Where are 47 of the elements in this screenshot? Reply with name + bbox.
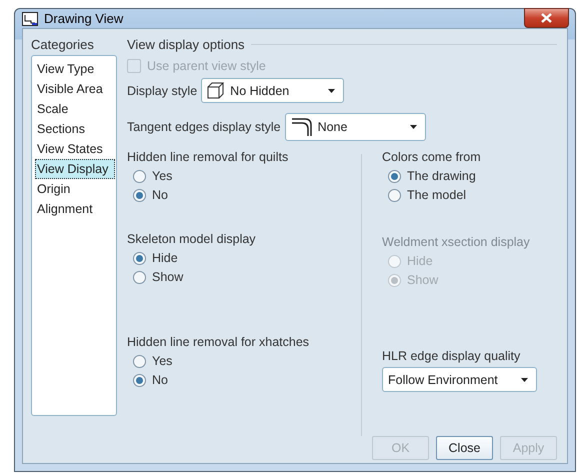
radio-button[interactable] xyxy=(133,270,146,284)
quality-dropdown[interactable]: Follow Environment xyxy=(382,367,537,392)
radio-label[interactable]: The model xyxy=(407,188,466,202)
radio-button[interactable] xyxy=(133,188,146,202)
radio-button[interactable] xyxy=(133,252,146,264)
dropdown-arrow-icon xyxy=(328,88,336,92)
radio-label[interactable]: Yes xyxy=(152,354,172,368)
tangent-edges-dropdown[interactable]: None xyxy=(284,113,426,141)
group-title: Colors come from xyxy=(382,150,482,164)
category-item[interactable]: Origin xyxy=(35,179,115,199)
category-item[interactable]: Visible Area xyxy=(35,79,115,99)
tangent-edge-icon xyxy=(290,118,313,136)
group-title: Hidden line removal for quilts xyxy=(127,150,290,164)
group-title: Hidden line removal for xhatches xyxy=(127,335,310,349)
radio-label[interactable]: Hide xyxy=(152,251,178,265)
dialog-button[interactable]: Close xyxy=(436,436,493,460)
category-item[interactable]: Scale xyxy=(35,99,115,119)
categories-title: Categories xyxy=(31,37,95,52)
section-title: View display options xyxy=(127,37,245,52)
category-item[interactable]: View Type xyxy=(35,59,115,79)
drawing-view-icon xyxy=(22,12,38,26)
category-item[interactable]: Sections xyxy=(35,119,115,139)
radio-button[interactable] xyxy=(388,170,401,182)
window-title: Drawing View xyxy=(44,11,124,26)
close-icon xyxy=(541,13,552,23)
dropdown-arrow-icon xyxy=(410,125,417,129)
radio-label[interactable]: Show xyxy=(152,270,184,284)
field-label: Tangent edges display style xyxy=(127,120,281,134)
category-item[interactable]: View States xyxy=(35,139,115,159)
field-label: Display style xyxy=(127,84,198,98)
radio-label[interactable]: The drawing xyxy=(407,169,476,183)
radio-label[interactable]: No xyxy=(152,188,168,202)
category-item[interactable]: Alignment xyxy=(35,199,115,219)
group-title: HLR edge display quality xyxy=(382,349,522,363)
radio-button[interactable] xyxy=(388,188,401,202)
cube-icon xyxy=(207,82,226,99)
radio-button[interactable] xyxy=(133,374,146,386)
radio-label[interactable]: Yes xyxy=(152,169,172,183)
dropdown-arrow-icon xyxy=(521,378,528,382)
group-title: Skeleton model display xyxy=(127,232,257,246)
radio-button[interactable] xyxy=(133,354,146,368)
radio-button[interactable] xyxy=(133,170,146,182)
display-style-dropdown[interactable]: No Hidden xyxy=(201,78,344,103)
group-title: Weldment xsection display xyxy=(382,235,531,249)
close-button[interactable] xyxy=(524,8,569,28)
radio-label[interactable]: No xyxy=(152,373,168,387)
category-item[interactable]: View Display xyxy=(35,159,115,179)
